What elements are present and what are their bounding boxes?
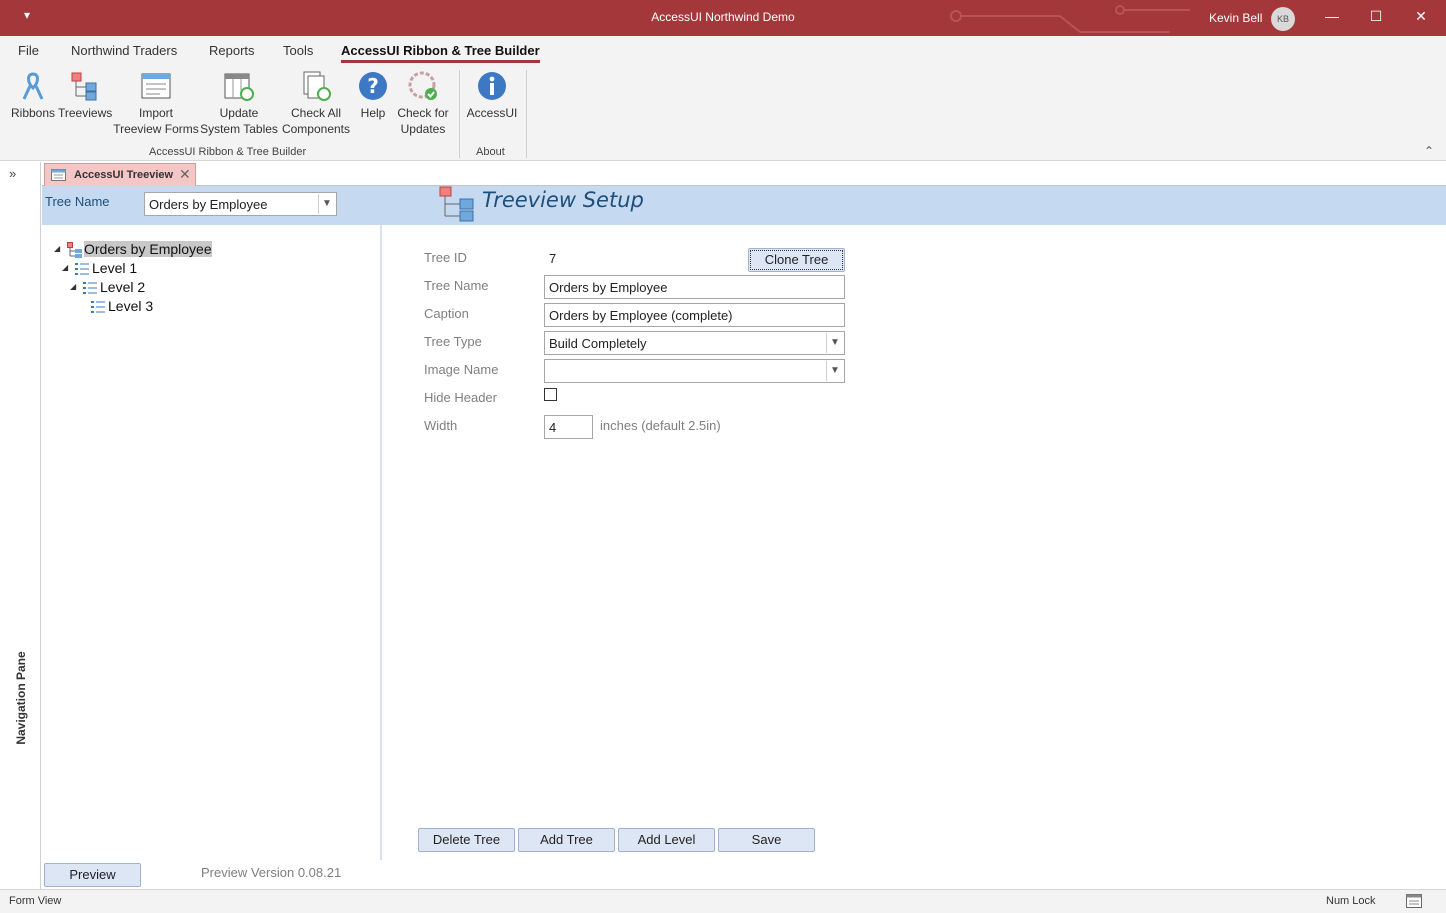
hide-header-label: Hide Header [424,390,497,405]
form-title: Treeview Setup [482,188,644,212]
treeview-icon [439,186,474,222]
list-level-icon [91,301,105,313]
chevron-down-icon[interactable]: ▼ [318,194,335,214]
info-icon [478,72,506,100]
close-tab-icon[interactable]: ✕ [179,166,191,183]
collapse-ribbon-icon[interactable]: ⌃ [1424,144,1434,158]
tree-node-root[interactable]: ◢ Orders by Employee [54,241,212,258]
treeviews-button[interactable]: Treeviews [58,70,112,121]
tab-northwind-traders[interactable]: Northwind Traders [71,43,177,58]
update-system-tables-button[interactable]: Update System Tables [200,70,278,137]
form-icon [51,169,66,181]
document-tab-accessui-treeview[interactable]: AccessUI Treeview ✕ [44,163,196,186]
documents-refresh-icon [303,71,331,101]
width-label: Width [424,418,458,433]
import-treeview-forms-button[interactable]: Import Treeview Forms [113,70,199,137]
expand-collapse-icon[interactable]: ◢ [70,282,76,291]
help-icon: ? [359,72,387,100]
chevron-down-icon[interactable]: ▼ [826,361,843,381]
image-name-label: Image Name [424,362,499,377]
caption-field[interactable]: Orders by Employee (complete) [544,303,845,327]
tree-name-field-label: Tree Name [424,278,489,293]
check-for-updates-button[interactable]: Check for Updates [393,70,453,137]
navigation-pane-label: Navigation Pane [14,651,28,745]
tree-type-label: Tree Type [424,334,482,349]
help-button[interactable]: ? Help [354,70,392,121]
ribbon-group-separator [526,70,527,158]
tree-name-label: Tree Name [45,194,110,209]
width-note: inches (default 2.5in) [600,418,721,433]
tree-node-level-1[interactable]: ◢ Level 1 [62,260,137,276]
user-name[interactable]: Kevin Bell [1209,11,1262,25]
check-all-components-button[interactable]: Check All Components [279,70,353,137]
tab-reports[interactable]: Reports [209,43,255,58]
tab-tools[interactable]: Tools [283,43,313,58]
minimize-button[interactable]: — [1322,8,1342,24]
table-refresh-icon [224,73,254,101]
close-window-button[interactable]: ✕ [1411,8,1431,25]
status-bar: Form View Num Lock [0,889,1446,913]
add-level-button[interactable]: Add Level [618,828,715,852]
expand-collapse-icon[interactable]: ◢ [62,263,68,272]
clone-tree-button[interactable]: Clone Tree [748,248,845,272]
chevron-down-icon[interactable]: ▼ [826,333,843,353]
maximize-button[interactable]: ☐ [1366,8,1386,25]
tree-node-level-3[interactable]: Level 3 [78,298,153,314]
tab-accessui-builder[interactable]: AccessUI Ribbon & Tree Builder [341,43,540,63]
num-lock-indicator: Num Lock [1326,895,1376,907]
navigation-pane[interactable]: » Navigation Pane [0,162,41,889]
expand-navigation-icon[interactable]: » [9,166,16,181]
ribbon-group-label-builder: AccessUI Ribbon & Tree Builder [149,146,307,158]
status-view-mode: Form View [9,895,62,907]
hide-header-checkbox[interactable] [544,388,557,401]
delete-tree-button[interactable]: Delete Tree [418,828,515,852]
tree-pane: ◢ Orders by Employee ◢ Level 1 ◢ Level 2 [42,225,382,860]
title-bar: ▾ AccessUI Northwind Demo Kevin Bell KB … [0,0,1446,36]
treeview-icon [71,72,97,101]
ribbon-group-separator [459,70,460,158]
svg-text:?: ? [367,74,379,98]
tree-root-icon [67,242,82,258]
width-field[interactable]: 4 [544,415,593,439]
document-tab-bar: AccessUI Treeview ✕ [42,162,1446,186]
save-button[interactable]: Save [718,828,815,852]
ribbon: Ribbons Treeviews Import Treeview Forms … [0,64,1446,161]
form-header: Tree Name Orders by Employee ▼ Treeview … [42,186,1446,225]
add-tree-button[interactable]: Add Tree [518,828,615,852]
ribbon-group-label-about: About [476,146,505,158]
ribbons-button[interactable]: Ribbons [9,70,57,121]
list-level-icon [75,263,89,275]
ribbon-awareness-icon [22,72,44,100]
tree-name-field[interactable]: Orders by Employee [544,275,845,299]
ribbon-tab-bar: File Northwind Traders Reports Tools Acc… [0,36,1446,64]
expand-collapse-icon[interactable]: ◢ [54,244,60,253]
update-check-icon [408,71,437,100]
tree-name-combo[interactable]: Orders by Employee ▼ [144,192,337,216]
tree-node-level-2[interactable]: ◢ Level 2 [70,279,145,295]
avatar[interactable]: KB [1271,7,1295,31]
preview-button[interactable]: Preview [44,863,141,887]
version-text: Preview Version 0.08.21 [201,865,342,880]
form-view-icon[interactable] [1406,894,1422,908]
caption-label: Caption [424,306,469,321]
form-icon [141,73,171,99]
accessui-about-button[interactable]: AccessUI [466,70,518,121]
list-level-icon [83,282,97,294]
tree-id-label: Tree ID [424,250,467,265]
tree-id-value: 7 [549,251,557,266]
tab-file[interactable]: File [18,43,39,58]
image-name-combo[interactable]: ▼ [544,359,845,383]
tree-type-combo[interactable]: Build Completely ▼ [544,331,845,355]
